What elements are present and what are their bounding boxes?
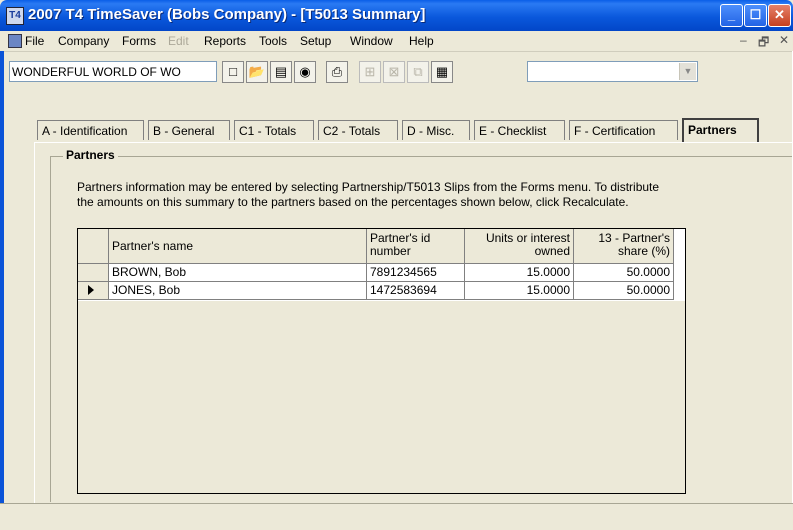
menu-tools[interactable]: Tools [259,34,287,48]
mdi-restore-button[interactable]: 🗗 [758,33,769,54]
app-icon[interactable]: T4 [6,7,24,25]
row-indicator-current[interactable] [78,282,109,300]
group-title: Partners [63,148,118,162]
group-border-left [50,156,51,502]
status-bar [0,503,793,530]
window-frame-left [0,51,4,529]
info-text: Partners information may be entered by s… [77,180,777,210]
column-header-name[interactable]: Partner's name [109,229,367,264]
menu-help[interactable]: Help [409,34,434,48]
grid-empty-area [78,301,685,493]
cell-partner-name[interactable]: BROWN, Bob [109,264,367,282]
current-row-arrow-icon [88,285,94,295]
tab-general[interactable]: B - General [148,120,230,140]
document-icon[interactable]: ▤ [270,61,292,83]
menu-setup[interactable]: Setup [300,34,331,48]
title-bar[interactable]: T4 2007 T4 TimeSaver (Bobs Company) - [T… [0,0,793,31]
info-line-1: Partners information may be entered by s… [77,180,660,194]
tab-c1-totals[interactable]: C1 - Totals [234,120,314,140]
slip-selector-combo[interactable]: ▼ [527,61,698,82]
close-button[interactable]: ✕ [768,4,791,27]
cell-share[interactable]: 50.0000 [574,264,674,282]
cell-partner-id[interactable]: 7891234565 [367,264,465,282]
tab-certification[interactable]: F - Certification [569,120,678,140]
add-slip-icon[interactable]: ⊞ [359,61,381,83]
maximize-button[interactable]: ☐ [744,4,767,27]
menu-bar: File Company Forms Edit Reports Tools Se… [0,31,793,52]
cell-partner-name[interactable]: JONES, Bob [109,282,367,300]
minimize-button[interactable]: _ [720,4,743,27]
open-icon[interactable]: 📂 [246,61,268,83]
column-header-share[interactable]: 13 - Partner's share (%) [574,229,674,264]
copy-slip-icon[interactable]: ⧉ [407,61,429,83]
document-menu-icon[interactable] [8,34,22,48]
row-indicator[interactable] [78,264,109,282]
cell-units[interactable]: 15.0000 [465,282,574,300]
menu-window[interactable]: Window [350,34,393,48]
calculator-icon[interactable]: ▦ [431,61,453,83]
menu-company[interactable]: Company [58,34,109,48]
column-header-units[interactable]: Units or interest owned [465,229,574,264]
company-name-field[interactable]: WONDERFUL WORLD OF WO [9,61,217,82]
tab-identification[interactable]: A - Identification [37,120,144,140]
print-icon[interactable]: ⎙ [326,61,348,83]
tab-checklist[interactable]: E - Checklist [474,120,565,140]
menu-forms[interactable]: Forms [122,34,156,48]
cell-units[interactable]: 15.0000 [465,264,574,282]
tab-misc[interactable]: D - Misc. [402,120,470,140]
mdi-close-button[interactable]: ✕ [779,33,789,47]
menu-reports[interactable]: Reports [204,34,246,48]
group-border [50,156,793,157]
new-icon[interactable]: □ [222,61,244,83]
tab-partners[interactable]: Partners [682,118,759,142]
window-title: 2007 T4 TimeSaver (Bobs Company) - [T501… [28,6,426,23]
menu-file[interactable]: File [25,34,44,48]
header-corner [78,229,109,264]
chevron-down-icon[interactable]: ▼ [679,63,696,80]
menu-edit[interactable]: Edit [168,34,189,48]
delete-slip-icon[interactable]: ⊠ [383,61,405,83]
tab-c2-totals[interactable]: C2 - Totals [318,120,398,140]
mdi-minimize-button[interactable]: – [740,33,747,47]
cell-share[interactable]: 50.0000 [574,282,674,300]
partners-grid[interactable]: Partner's name Partner's id number Units… [77,228,686,494]
cell-partner-id[interactable]: 1472583694 [367,282,465,300]
find-icon[interactable]: ◉ [294,61,316,83]
info-line-2: the amounts on this summary to the partn… [77,195,629,209]
toolbar: WONDERFUL WORLD OF WO □ 📂 ▤ ◉ ⎙ ⊞ ⊠ ⧉ ▦ … [0,52,793,96]
column-header-id[interactable]: Partner's id number [367,229,465,264]
